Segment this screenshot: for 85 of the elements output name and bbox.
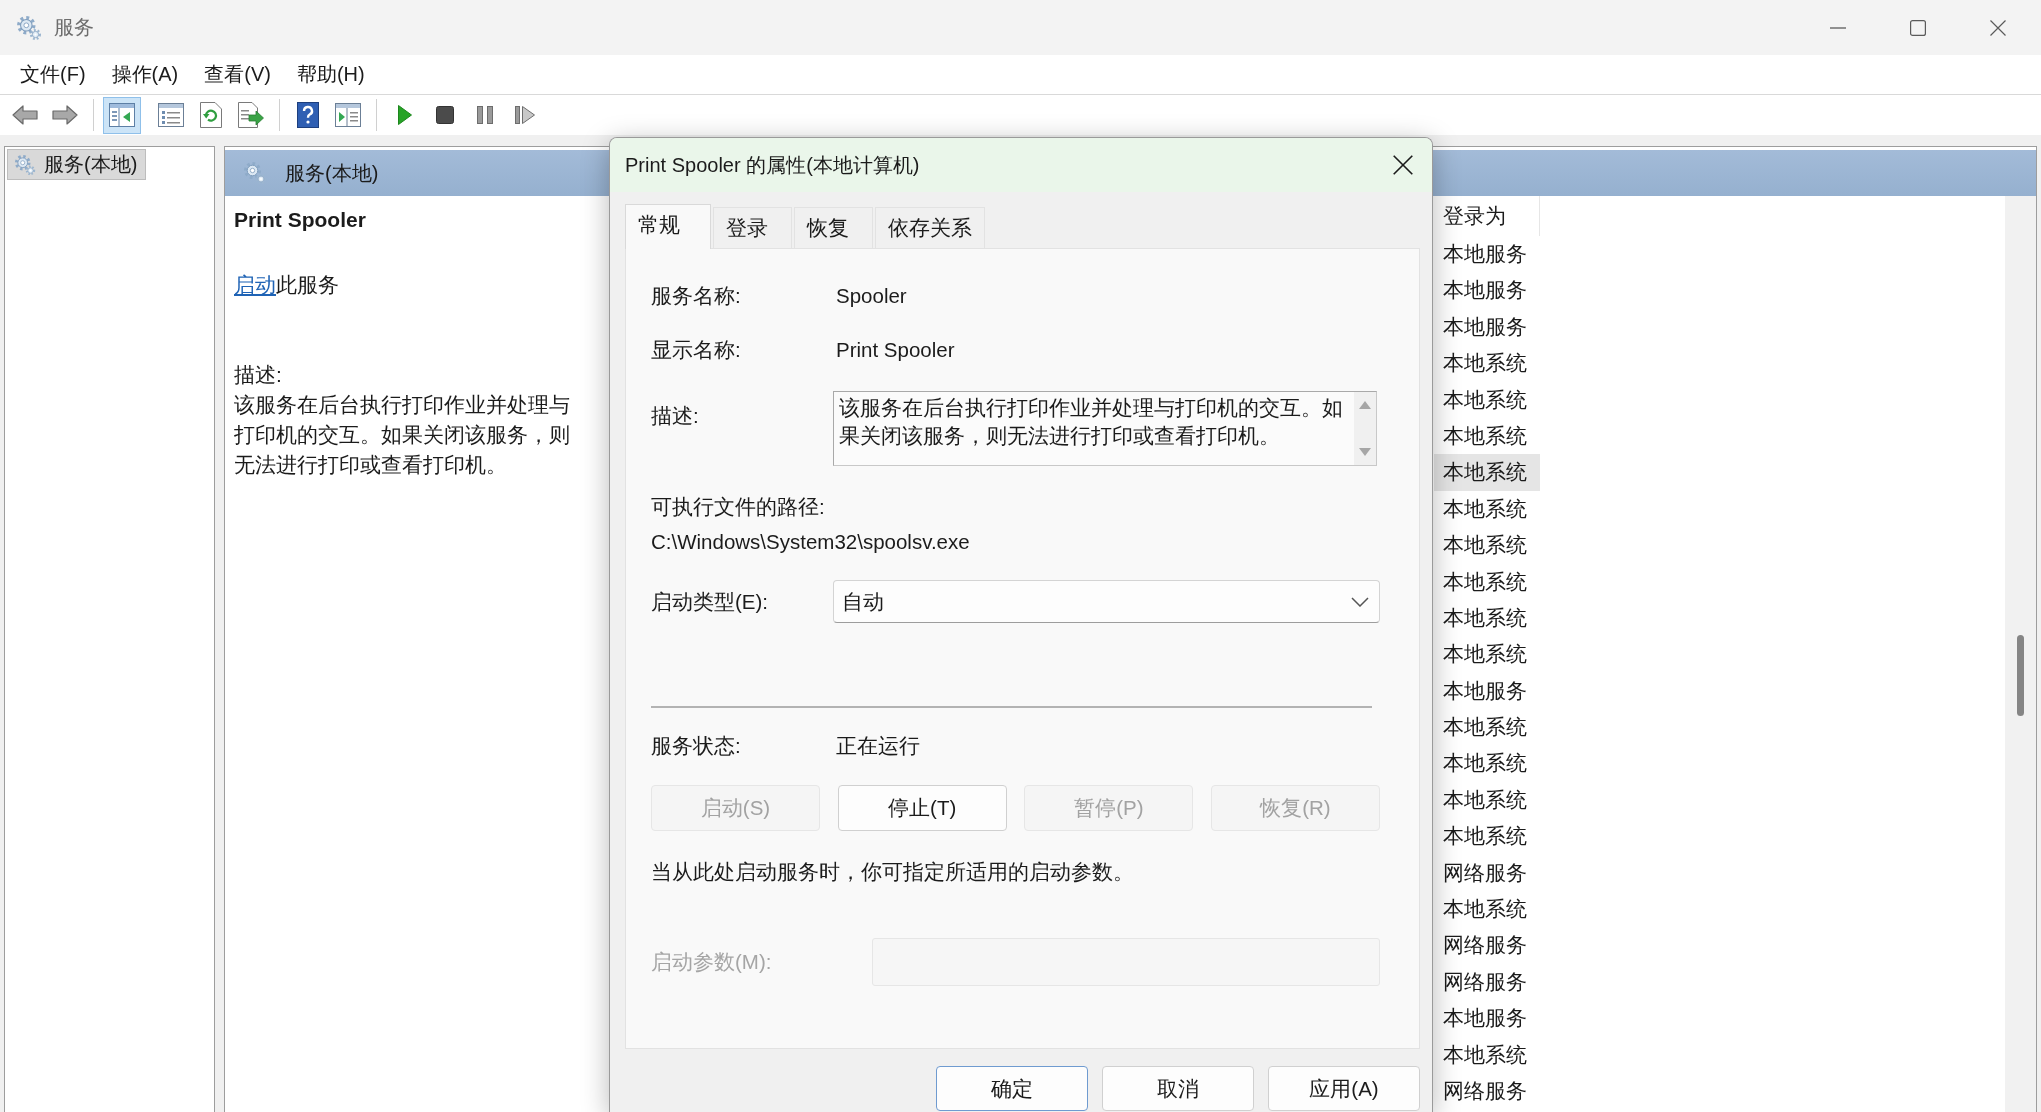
log-on-as-cell[interactable]: 本地系统	[1434, 381, 1540, 418]
log-on-as-cell[interactable]: 本地系统	[1434, 818, 1540, 855]
maximize-icon	[1910, 19, 1926, 36]
start-parameters-label: 启动参数(M):	[651, 949, 772, 975]
description-text: 该服务在后台执行打印作业并处理与打印机的交互。如果关闭该服务，则无法进行打印或查看打印机。	[234, 392, 571, 478]
help-icon	[297, 102, 319, 128]
service-name-value: Spooler	[836, 283, 907, 309]
start-link[interactable]: 启动	[234, 273, 276, 296]
dialog-button[interactable]: 应用(A)	[1268, 1066, 1420, 1111]
executable-path-label: 可执行文件的路径:	[651, 494, 825, 520]
log-on-as-cell[interactable]: 本地系统	[1434, 709, 1540, 746]
log-on-as-cell[interactable]: 网络服务	[1434, 963, 1540, 1001]
service-control-button[interactable]: 停止(T)	[837, 785, 1007, 831]
chevron-down-icon	[1351, 596, 1369, 607]
log-on-as-cell[interactable]: 本地系统	[1434, 417, 1540, 455]
dialog-title: Print Spooler 的属性(本地计算机)	[625, 152, 920, 178]
play-window-icon	[335, 103, 361, 127]
export-document-icon	[238, 102, 264, 128]
log-on-as-cell[interactable]: 本地系统	[1434, 891, 1540, 928]
column-header[interactable]: 登录为	[1434, 196, 1540, 236]
log-on-as-cell[interactable]: 本地系统	[1434, 1036, 1540, 1073]
display-name-value: Print Spooler	[836, 337, 955, 363]
log-on-as-cell[interactable]: 本地系统	[1434, 454, 1540, 491]
refresh-icon	[200, 102, 222, 128]
log-on-as-cell[interactable]: 本地服务	[1434, 308, 1540, 346]
log-on-as-cell[interactable]: 本地服务	[1434, 236, 1540, 273]
tab[interactable]: 恢复	[794, 207, 873, 248]
log-on-as-cell[interactable]: 本地系统	[1434, 781, 1540, 819]
menu-item[interactable]: 操作(A)	[98, 57, 192, 92]
play-icon	[398, 105, 412, 125]
menu-item[interactable]: 文件(F)	[7, 57, 99, 92]
log-on-as-cell[interactable]: 网络服务	[1434, 927, 1540, 964]
scroll-up-icon	[1359, 401, 1371, 409]
window-title: 服务	[54, 15, 94, 40]
menu-item[interactable]: 帮助(H)	[283, 57, 378, 92]
log-on-as-cell[interactable]: 本地系统	[1434, 745, 1540, 782]
start-service-text: 启动此服务	[234, 272, 339, 298]
show-tree-button[interactable]	[103, 96, 141, 134]
scroll-down-icon	[1359, 448, 1371, 456]
gears-icon	[16, 14, 42, 41]
tab[interactable]: 常规	[625, 204, 711, 249]
tree-window-icon	[109, 103, 135, 127]
service-title: Print Spooler	[234, 207, 366, 233]
pane-title: 服务(本地)	[285, 160, 379, 186]
log-on-as-cell[interactable]: 本地系统	[1434, 345, 1540, 382]
log-on-as-cell[interactable]: 网络服务	[1434, 1073, 1540, 1110]
log-on-as-cell[interactable]: 本地系统	[1434, 490, 1540, 528]
description-text: 该服务在后台执行打印作业并处理与打印机的交互。如果关闭该服务，则无法进行打印或查看打印机。	[838, 395, 1344, 449]
gears-icon	[243, 161, 267, 185]
stop-icon	[436, 106, 454, 124]
menu-item[interactable]: 查看(V)	[191, 57, 284, 92]
list-window-icon	[158, 103, 184, 127]
tab[interactable]: 登录	[713, 207, 792, 248]
service-name-label: 服务名称:	[651, 283, 741, 309]
startup-type-dropdown[interactable]: 自动	[833, 580, 1380, 623]
pause-icon	[477, 106, 493, 124]
minimize-icon	[1830, 26, 1846, 29]
service-status-label: 服务状态:	[651, 733, 741, 759]
startup-type-label: 启动类型(E):	[651, 588, 769, 615]
log-on-as-cell[interactable]: 本地系统	[1434, 599, 1540, 637]
resume-icon	[515, 106, 535, 124]
dialog-button[interactable]: 取消	[1102, 1066, 1254, 1111]
executable-path-value: C:\Windows\System32\spoolsv.exe	[651, 529, 970, 555]
log-on-as-cell[interactable]: 本地服务	[1434, 672, 1540, 710]
close-icon	[1990, 19, 2006, 36]
log-on-as-cell[interactable]: 本地系统	[1434, 636, 1540, 673]
scrollbar-thumb[interactable]	[2017, 635, 2024, 716]
tree-item[interactable]: 服务(本地)	[7, 149, 147, 180]
log-on-as-cell[interactable]: 网络服务	[1434, 854, 1540, 892]
forward-arrow-icon	[52, 105, 78, 125]
log-on-as-cell[interactable]: 本地系统	[1434, 527, 1540, 564]
tab[interactable]: 依存关系	[875, 207, 985, 248]
start-parameters-hint: 当从此处启动服务时，你可指定所适用的启动参数。	[651, 859, 1134, 885]
log-on-as-cell[interactable]: 本地服务	[1434, 272, 1540, 309]
log-on-as-cell[interactable]: 本地服务	[1434, 1000, 1540, 1037]
description-field[interactable]: 该服务在后台执行打印作业并处理与打印机的交互。如果关闭该服务，则无法进行打印或查看打印机。	[833, 391, 1377, 466]
service-status-value: 正在运行	[836, 733, 920, 759]
close-icon	[1393, 155, 1413, 175]
display-name-label: 显示名称:	[651, 337, 741, 363]
log-on-as-cell[interactable]: 本地系统	[1434, 563, 1540, 600]
gears-icon	[14, 153, 36, 176]
description-label: 描述:	[234, 362, 282, 388]
description-label: 描述:	[651, 403, 699, 429]
dialog-button[interactable]: 确定	[936, 1066, 1088, 1111]
back-arrow-icon	[12, 105, 38, 125]
